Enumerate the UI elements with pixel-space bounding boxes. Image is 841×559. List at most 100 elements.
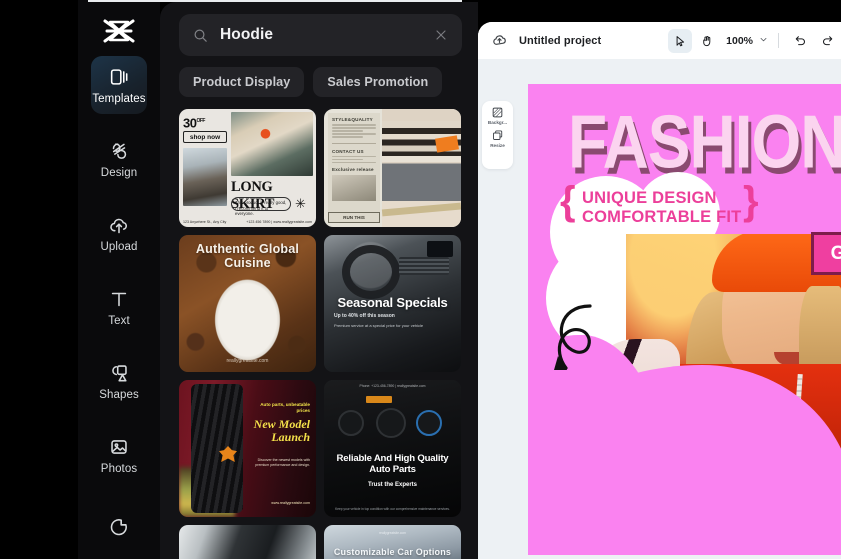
sidebar-item-design[interactable]: Design bbox=[91, 130, 147, 188]
sidebar-item-text[interactable]: Text bbox=[91, 278, 147, 336]
template-card-style-quality[interactable]: STYLE&QUALITY CONTACT US Exclusive relea… bbox=[324, 109, 461, 227]
project-title[interactable]: Untitled project bbox=[519, 35, 601, 47]
sidebar-item-shapes[interactable]: Shapes bbox=[91, 352, 147, 410]
thumb-title: Customizable Car Options bbox=[333, 547, 452, 557]
sidebar-item-label: Design bbox=[100, 167, 138, 180]
text-icon bbox=[106, 286, 132, 312]
redo-arrow-icon[interactable] bbox=[815, 29, 839, 53]
photos-icon bbox=[106, 434, 132, 460]
thumb-title: Reliable And High Quality Auto Parts bbox=[336, 453, 449, 475]
thumb-shop-label: shop now bbox=[183, 131, 227, 143]
editor-window: Untitled project 100% Backgr... Resize F… bbox=[478, 22, 841, 559]
rail-item-list: Templates Design Upload Text Shapes Phot… bbox=[78, 56, 160, 559]
template-card-auto-parts[interactable]: Phone: +123-456-7890 | reallygreatsite.c… bbox=[324, 380, 461, 517]
filter-chip-row: Product Display Sales Promotion bbox=[179, 67, 443, 97]
brace-left: { bbox=[560, 179, 576, 223]
thumb-top-text: Phone: +123-456-7890 | reallygreatsite.c… bbox=[359, 384, 426, 388]
background-icon bbox=[491, 106, 504, 119]
resize-tool-button[interactable]: Resize bbox=[483, 129, 512, 148]
chip-sales-promotion[interactable]: Sales Promotion bbox=[313, 67, 443, 97]
window-top-edge bbox=[88, 0, 462, 2]
canvas-tagline-line2[interactable]: COMFORTABLE FIT bbox=[582, 208, 741, 227]
chevron-down-icon bbox=[758, 32, 769, 50]
template-card-customizable-car[interactable]: reallygreatsite.com Customizable Car Opt… bbox=[324, 525, 461, 559]
sidebar-item-label: Shapes bbox=[99, 389, 139, 402]
sidebar-item-label: Text bbox=[108, 315, 130, 328]
template-grid: 30OFF shop now LONG SKIRT This product i… bbox=[179, 109, 461, 559]
thumb-label: Exclusive release bbox=[332, 167, 374, 173]
brace-right: } bbox=[743, 179, 759, 223]
canvas-headline-text[interactable]: FASHION bbox=[568, 104, 841, 180]
background-tool-button[interactable]: Backgr... bbox=[483, 106, 512, 125]
template-card-authentic-cuisine[interactable]: Authentic Global Cuisine reallygreatsite… bbox=[179, 235, 316, 372]
thumb-subtitle: Up to 40% off this season bbox=[334, 313, 395, 319]
tool-label: Resize bbox=[490, 143, 505, 148]
upload-cloud-icon bbox=[106, 212, 132, 238]
thumb-photo bbox=[191, 384, 243, 513]
sidebar-item-templates[interactable]: Templates bbox=[91, 56, 147, 114]
steering-wheel-shape bbox=[342, 245, 400, 299]
tool-label: Backgr... bbox=[487, 120, 508, 125]
thumb-heading: CONTACT US bbox=[332, 148, 364, 154]
hand-pan-icon[interactable] bbox=[695, 29, 719, 53]
thumb-badge: 30OFF bbox=[183, 115, 205, 131]
toolbar-divider bbox=[778, 33, 779, 48]
thumb-button: RUN THIS bbox=[328, 212, 380, 223]
thumb-footer: Keep your vehicle in top condition with … bbox=[335, 507, 450, 511]
template-card-new-model-launch[interactable]: Auto parts, unbeatable prices New Model … bbox=[179, 380, 316, 517]
sidebar-item-label: Photos bbox=[100, 463, 138, 476]
close-icon[interactable] bbox=[433, 27, 449, 43]
thumb-top-text: reallygreatsite.com bbox=[379, 531, 406, 535]
design-canvas[interactable]: FASHION OU bbox=[528, 84, 841, 555]
template-card-seasonal-specials[interactable]: Seasonal Specials Up to 40% off this sea… bbox=[324, 235, 461, 372]
thumb-kicker: Auto parts, unbeatable prices bbox=[260, 402, 310, 413]
templates-icon bbox=[106, 64, 132, 90]
thumb-heading: STYLE&QUALITY bbox=[332, 117, 373, 122]
chip-product-display[interactable]: Product Display bbox=[179, 67, 305, 97]
resize-icon bbox=[491, 129, 504, 142]
sidebar-item-label: Templates bbox=[92, 93, 146, 106]
thumb-photo bbox=[332, 175, 376, 202]
sidebar-item-photos[interactable]: Photos bbox=[91, 426, 147, 484]
thumb-photo bbox=[179, 525, 316, 559]
search-input[interactable]: Hoodie bbox=[179, 14, 462, 56]
template-column-right: STYLE&QUALITY CONTACT US Exclusive relea… bbox=[324, 109, 461, 559]
thumb-footer: 123 Anywhere St., Any City +123 456 7890… bbox=[183, 220, 312, 224]
thumb-subtitle: Trust the Experts bbox=[367, 482, 417, 488]
capcut-logo-icon[interactable] bbox=[97, 18, 141, 44]
sticker-icon bbox=[106, 514, 132, 540]
template-card-car-interior[interactable] bbox=[179, 525, 316, 559]
canvas-tagline-line1[interactable]: UNIQUE DESIGN bbox=[582, 189, 717, 208]
thumb-photo bbox=[231, 112, 313, 176]
thumb-footer: reallygreatsite.com bbox=[226, 358, 269, 364]
template-card-long-skirt[interactable]: 30OFF shop now LONG SKIRT This product i… bbox=[179, 109, 316, 227]
sidebar-item-stickers[interactable] bbox=[91, 500, 147, 558]
squiggle-arrow-icon bbox=[554, 304, 592, 370]
app-root: Templates Design Upload Text Shapes Phot… bbox=[0, 0, 841, 559]
sidebar-item-upload[interactable]: Upload bbox=[91, 204, 147, 262]
cloud-save-icon bbox=[491, 32, 508, 49]
thumb-body: Discover the newest models with premium … bbox=[255, 458, 310, 468]
left-nav-rail: Templates Design Upload Text Shapes Phot… bbox=[78, 0, 160, 559]
thumb-title: Authentic Global Cuisine bbox=[195, 242, 300, 270]
thumb-url: www.reallygreatsite.com bbox=[271, 501, 310, 505]
canvas-tool-panel: Backgr... Resize bbox=[482, 101, 513, 169]
sidebar-item-label: Upload bbox=[100, 241, 138, 254]
thumb-title: New Model Launch bbox=[253, 417, 310, 444]
search-icon bbox=[192, 27, 209, 44]
thumb-body: Premium service at a special price for y… bbox=[334, 323, 424, 328]
cursor-select-icon[interactable] bbox=[668, 28, 693, 53]
editor-canvas-area: Backgr... Resize FASHION {} UNIQUE DESI… bbox=[478, 59, 841, 559]
zoom-control[interactable]: 100% bbox=[726, 32, 769, 50]
editor-toolbar: 100% bbox=[668, 22, 841, 59]
thumb-photo bbox=[183, 148, 227, 206]
templates-panel: Hoodie Product Display Sales Promotion 3… bbox=[160, 2, 478, 559]
asterisk-icon: ✳ bbox=[295, 196, 306, 211]
zoom-level-value: 100% bbox=[726, 34, 753, 47]
template-column-left: 30OFF shop now LONG SKIRT This product i… bbox=[179, 109, 316, 559]
canvas-corner-badge[interactable]: G bbox=[811, 232, 841, 275]
search-input-value: Hoodie bbox=[220, 26, 274, 43]
thumb-title: Seasonal Specials bbox=[337, 295, 448, 310]
editor-header: Untitled project 100% bbox=[478, 22, 841, 59]
undo-arrow-icon[interactable] bbox=[788, 29, 812, 53]
